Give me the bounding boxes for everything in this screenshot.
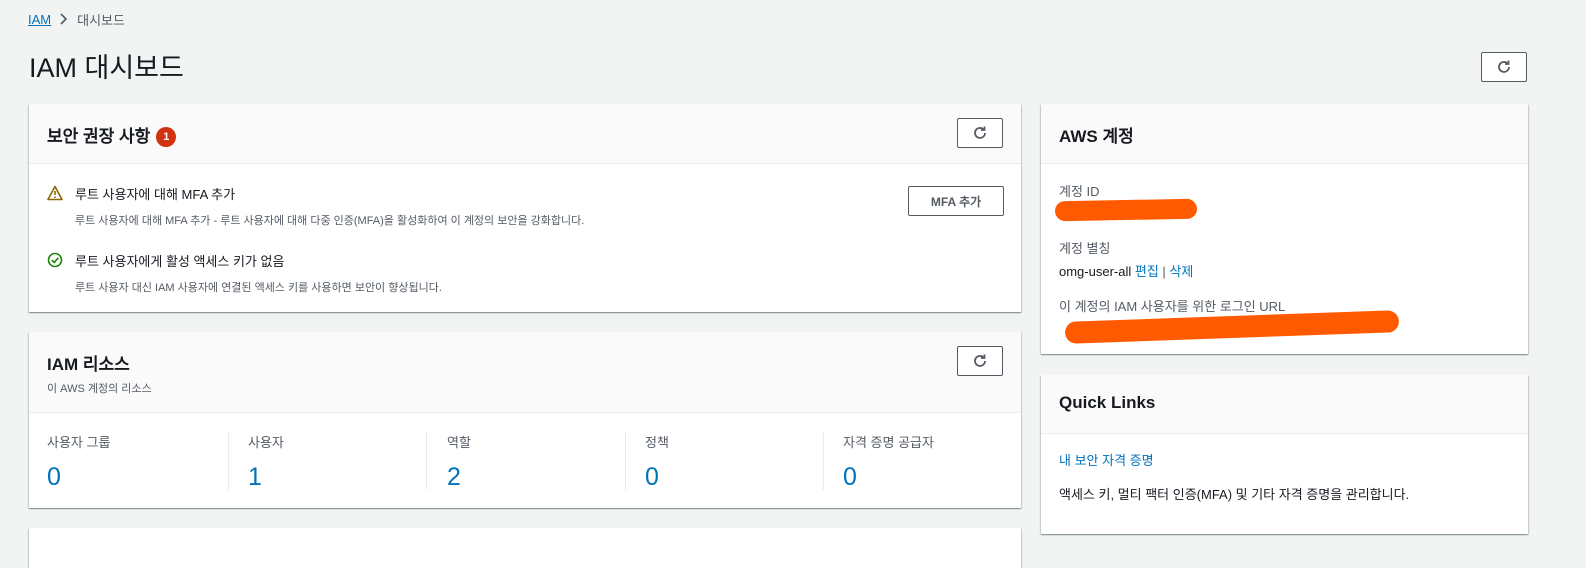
breadcrumb-current: 대시보드	[77, 13, 125, 28]
security-count-badge: 1	[156, 127, 177, 147]
resources-title: IAM 리소스	[47, 355, 130, 374]
redacted-account-id	[1054, 198, 1198, 222]
recommendation-title: 루트 사용자에게 활성 액세스 키가 없음	[75, 254, 285, 269]
my-security-credentials-link[interactable]: 내 보안 자격 증명	[1059, 450, 1154, 469]
page-title: IAM 대시보드	[29, 53, 184, 83]
delete-alias-link[interactable]: 삭제	[1169, 264, 1193, 279]
resource-roles: 역할 2	[426, 432, 471, 492]
recommendation-desc: 루트 사용자 대신 IAM 사용자에 연결된 액세스 키를 사용하면 보안이 향…	[75, 282, 442, 294]
breadcrumb: IAM 대시보드	[28, 10, 125, 29]
edit-alias-link[interactable]: 편집	[1135, 264, 1159, 279]
recommendation-desc: 루트 사용자에 대해 MFA 추가 - 루트 사용자에 대해 다중 인증(MFA…	[75, 215, 585, 227]
redacted-login-url	[1064, 310, 1400, 344]
recommendation-title: 루트 사용자에 대해 MFA 추가	[75, 187, 236, 202]
recommendation-mfa: 루트 사용자에 대해 MFA 추가 루트 사용자에 대해 MFA 추가 - 루트…	[47, 184, 584, 228]
recommendation-access-keys: 루트 사용자에게 활성 액세스 키가 없음 루트 사용자 대신 IAM 사용자에…	[47, 251, 442, 295]
resource-value[interactable]: 0	[843, 463, 934, 492]
resource-value[interactable]: 1	[248, 463, 284, 492]
resources-subtitle: 이 AWS 계정의 리소스	[47, 383, 152, 395]
breadcrumb-iam-link[interactable]: IAM	[28, 12, 51, 27]
resource-policies: 정책 0	[625, 432, 669, 492]
resource-label: 사용자 그룹	[47, 435, 111, 450]
check-circle-icon	[47, 252, 63, 268]
page-refresh-button[interactable]	[1481, 52, 1527, 82]
account-alias-value: omg-user-all	[1059, 264, 1132, 279]
link-separator: |	[1162, 264, 1166, 279]
warning-icon	[47, 185, 63, 201]
aws-account-panel: AWS 계정 계정 ID 계정 별칭 omg-user-all 편집 | 삭제 …	[1041, 104, 1528, 354]
resource-user-groups: 사용자 그룹 0	[47, 432, 111, 492]
refresh-icon	[974, 354, 986, 367]
security-title: 보안 권장 사항 1	[47, 122, 177, 147]
login-url-label: 이 계정의 IAM 사용자를 위한 로그인 URL	[1059, 299, 1286, 314]
resource-label: 역할	[447, 435, 471, 450]
resource-label: 자격 증명 공급자	[843, 435, 934, 450]
account-title: AWS 계정	[1059, 127, 1134, 146]
resource-value[interactable]: 0	[47, 463, 110, 492]
add-mfa-button[interactable]: MFA 추가	[908, 186, 1004, 216]
resource-value[interactable]: 2	[447, 463, 471, 492]
next-panel-partial	[29, 528, 1021, 568]
refresh-icon	[974, 126, 986, 139]
resource-label: 사용자	[248, 435, 284, 450]
quick-links-title: Quick Links	[1059, 393, 1156, 412]
security-recommendations-panel: 보안 권장 사항 1 루트 사용자에 대해 MFA 추가 루트 사용자에 대해 M…	[29, 104, 1021, 312]
chevron-right-icon	[59, 12, 69, 28]
resource-value[interactable]: 0	[645, 463, 669, 492]
account-id-label: 계정 ID	[1059, 184, 1100, 199]
account-alias-row: omg-user-all 편집 | 삭제	[1059, 261, 1193, 280]
security-refresh-button[interactable]	[957, 118, 1003, 148]
security-title-text: 보안 권장 사항	[47, 127, 151, 146]
resource-users: 사용자 1	[228, 432, 284, 492]
resource-label: 정책	[645, 435, 669, 450]
quick-links-panel: Quick Links 내 보안 자격 증명 액세스 키, 멀티 팩터 인증(M…	[1041, 375, 1528, 534]
refresh-icon	[1498, 60, 1510, 73]
resources-refresh-button[interactable]	[957, 346, 1003, 376]
resource-identity-providers: 자격 증명 공급자 0	[823, 432, 934, 492]
quick-links-desc: 액세스 키, 멀티 팩터 인증(MFA) 및 기타 자격 증명을 관리합니다.	[1059, 487, 1410, 502]
iam-resources-panel: IAM 리소스 이 AWS 계정의 리소스 사용자 그룹 0 사용자 1 역할 …	[29, 332, 1021, 508]
account-alias-label: 계정 별칭	[1059, 241, 1111, 256]
